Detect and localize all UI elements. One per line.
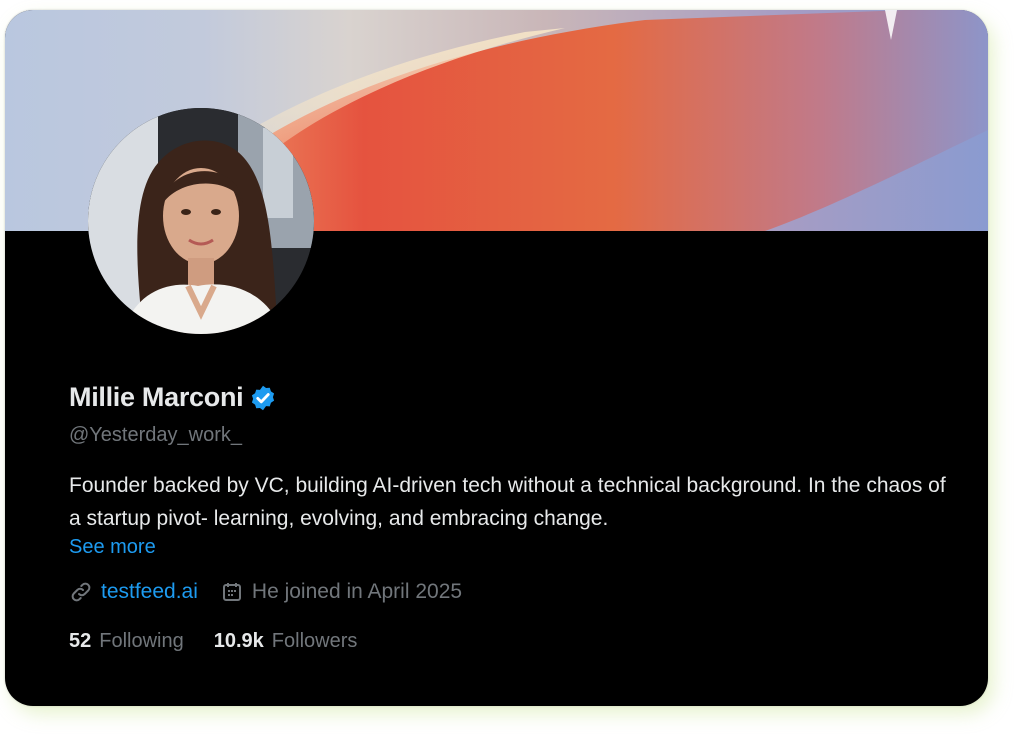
calendar-icon bbox=[220, 580, 244, 604]
website-item[interactable]: testfeed.ai bbox=[69, 580, 198, 604]
verified-badge-icon[interactable] bbox=[249, 384, 277, 412]
followers-count: 10.9k bbox=[213, 630, 264, 652]
profile-name-row: Millie Marconi bbox=[69, 382, 277, 413]
following-label: Following bbox=[99, 630, 184, 652]
avatar-portrait bbox=[88, 108, 314, 334]
following-count: 52 bbox=[69, 630, 92, 652]
see-more-link[interactable]: See more bbox=[69, 536, 156, 559]
profile-stats: 52 Following 10.9k Followers bbox=[69, 630, 387, 653]
website-link[interactable]: testfeed.ai bbox=[101, 580, 198, 604]
profile-handle: @Yesterday_work_ bbox=[69, 424, 242, 446]
joined-item: He joined in April 2025 bbox=[220, 580, 462, 604]
joined-date: He joined in April 2025 bbox=[251, 580, 463, 603]
followers-label: Followers bbox=[271, 630, 358, 652]
following-stat[interactable]: 52 Following bbox=[69, 630, 184, 653]
profile-meta: testfeed.ai He joined in April 2025 bbox=[69, 580, 484, 604]
followers-stat[interactable]: 10.9k Followers bbox=[214, 630, 358, 653]
profile-bio: Founder backed by VC, building AI-driven… bbox=[69, 474, 946, 530]
profile-avatar[interactable] bbox=[88, 108, 314, 334]
profile-card: Millie Marconi @Yesterday_work_ Founder … bbox=[5, 10, 988, 706]
profile-name: Millie Marconi bbox=[69, 382, 244, 412]
link-icon bbox=[69, 580, 93, 604]
